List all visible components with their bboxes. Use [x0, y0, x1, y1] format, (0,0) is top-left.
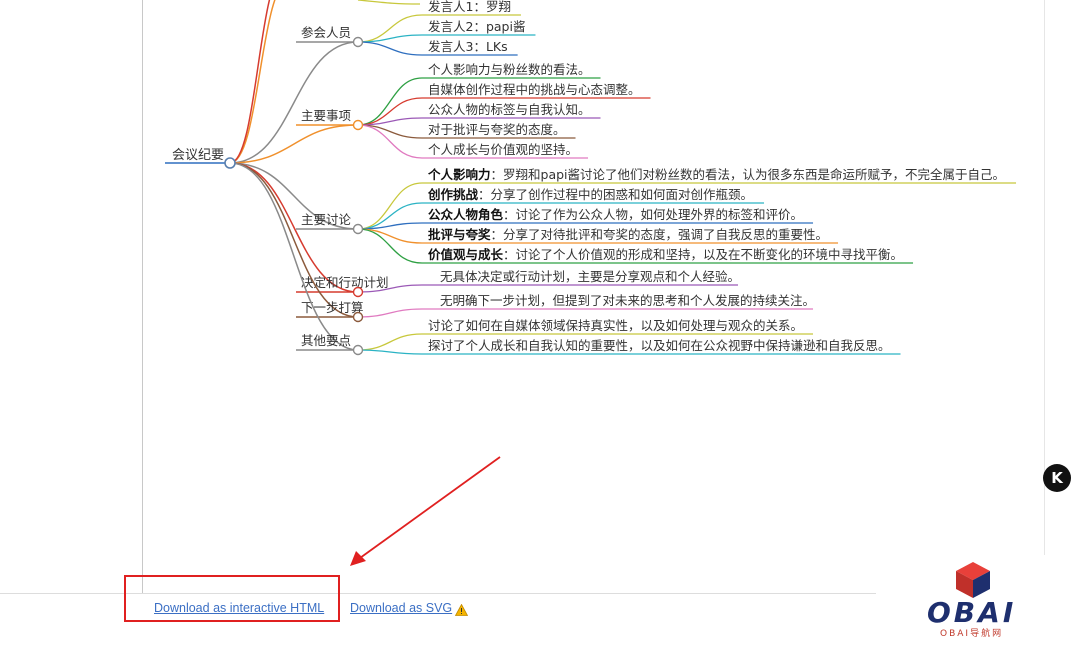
- item-text: 探讨了个人成长和自我认知的重要性，以及如何在公众视野中保持谦逊和自我反思。: [428, 338, 891, 353]
- item-connector: [357, 228, 423, 264]
- item-text: 发言人3：LKs: [428, 39, 508, 54]
- item-connector: [357, 228, 423, 244]
- item-text: 价值观与成长：讨论了个人价值观的形成和坚持，以及在不断变化的环境中寻找平衡。: [428, 247, 903, 262]
- branch-junction-circle: [352, 344, 364, 356]
- root-junction-circle: [224, 157, 236, 169]
- frame-left-border: [142, 0, 143, 593]
- branch-label-attendees: 参会人员: [301, 25, 351, 40]
- item-text: 个人影响力：罗翔和papi酱讨论了他们对粉丝数的看法，认为很多东西是命运所赋予，…: [427, 167, 1005, 182]
- branch-connector: [229, 162, 359, 351]
- root-node-label: 会议纪要: [172, 148, 224, 163]
- item-text: 发言人1：罗翔: [428, 0, 511, 14]
- branch-junction-circle: [352, 223, 364, 235]
- item-text: 个人成长与价值观的坚持。: [428, 142, 578, 157]
- branch-connector: [229, 162, 359, 293]
- branch-connector: [229, 162, 359, 318]
- watermark-title: OBAI: [927, 596, 1017, 629]
- item-connector: [357, 124, 423, 139]
- branch-connector-offscreen: [229, 0, 276, 164]
- item-text: 讨论了如何在自媒体领域保持真实性，以及如何处理与观众的关系。: [428, 318, 803, 333]
- mindmap-canvas: 会议纪要参会人员发言人1：罗翔发言人2：papi酱发言人3：LKs主要事项个人影…: [165, 0, 1017, 356]
- warning-icon: [455, 604, 468, 616]
- branch-label-matters: 主要事项: [301, 108, 351, 123]
- watermark-subtitle: OBAI导航网: [940, 629, 1004, 639]
- frame-right-border: [1044, 0, 1045, 593]
- item-connector: [357, 222, 423, 230]
- item-text: 个人影响力与粉丝数的看法。: [428, 62, 591, 77]
- item-connector: [357, 349, 423, 355]
- item-text: 自媒体创作过程中的挑战与心态调整。: [428, 82, 641, 97]
- item-connector: [357, 124, 423, 159]
- download-svg-link[interactable]: Download as SVG: [350, 601, 452, 615]
- item-text: 对于批评与夸奖的态度。: [428, 122, 566, 137]
- cube-logo-icon: [956, 562, 990, 598]
- item-connector: [357, 182, 423, 230]
- item-text: 发言人2：papi酱: [428, 19, 525, 34]
- item-connector-offscreen: [357, 0, 421, 5]
- branch-label-others: 其他要点: [301, 333, 351, 348]
- k-badge-icon[interactable]: K: [1043, 464, 1071, 492]
- branch-junction-circle: [352, 119, 364, 131]
- item-text: 批评与夸奖：分享了对待批评和夸奖的态度，强调了自我反思的重要性。: [428, 227, 828, 242]
- branch-label-discussion: 主要讨论: [301, 212, 352, 227]
- item-connector: [357, 41, 423, 56]
- branch-junction-circle: [352, 311, 364, 323]
- item-connector: [357, 333, 423, 351]
- item-text: 无明确下一步计划，但提到了对未来的思考和个人发展的持续关注。: [440, 293, 815, 308]
- item-text: 无具体决定或行动计划，主要是分享观点和个人经验。: [440, 269, 740, 284]
- item-text: 公众人物角色：讨论了作为公众人物，如何处理外界的标签和评价。: [428, 207, 803, 222]
- branch-junction-circle: [352, 286, 364, 298]
- item-connector: [357, 308, 423, 318]
- item-text: 公众人物的标签与自我认知。: [428, 102, 591, 117]
- highlight-box: [124, 575, 340, 622]
- item-text: 创作挑战：分享了创作过程中的困惑和如何面对创作瓶颈。: [427, 187, 753, 202]
- branch-junction-circle: [352, 36, 364, 48]
